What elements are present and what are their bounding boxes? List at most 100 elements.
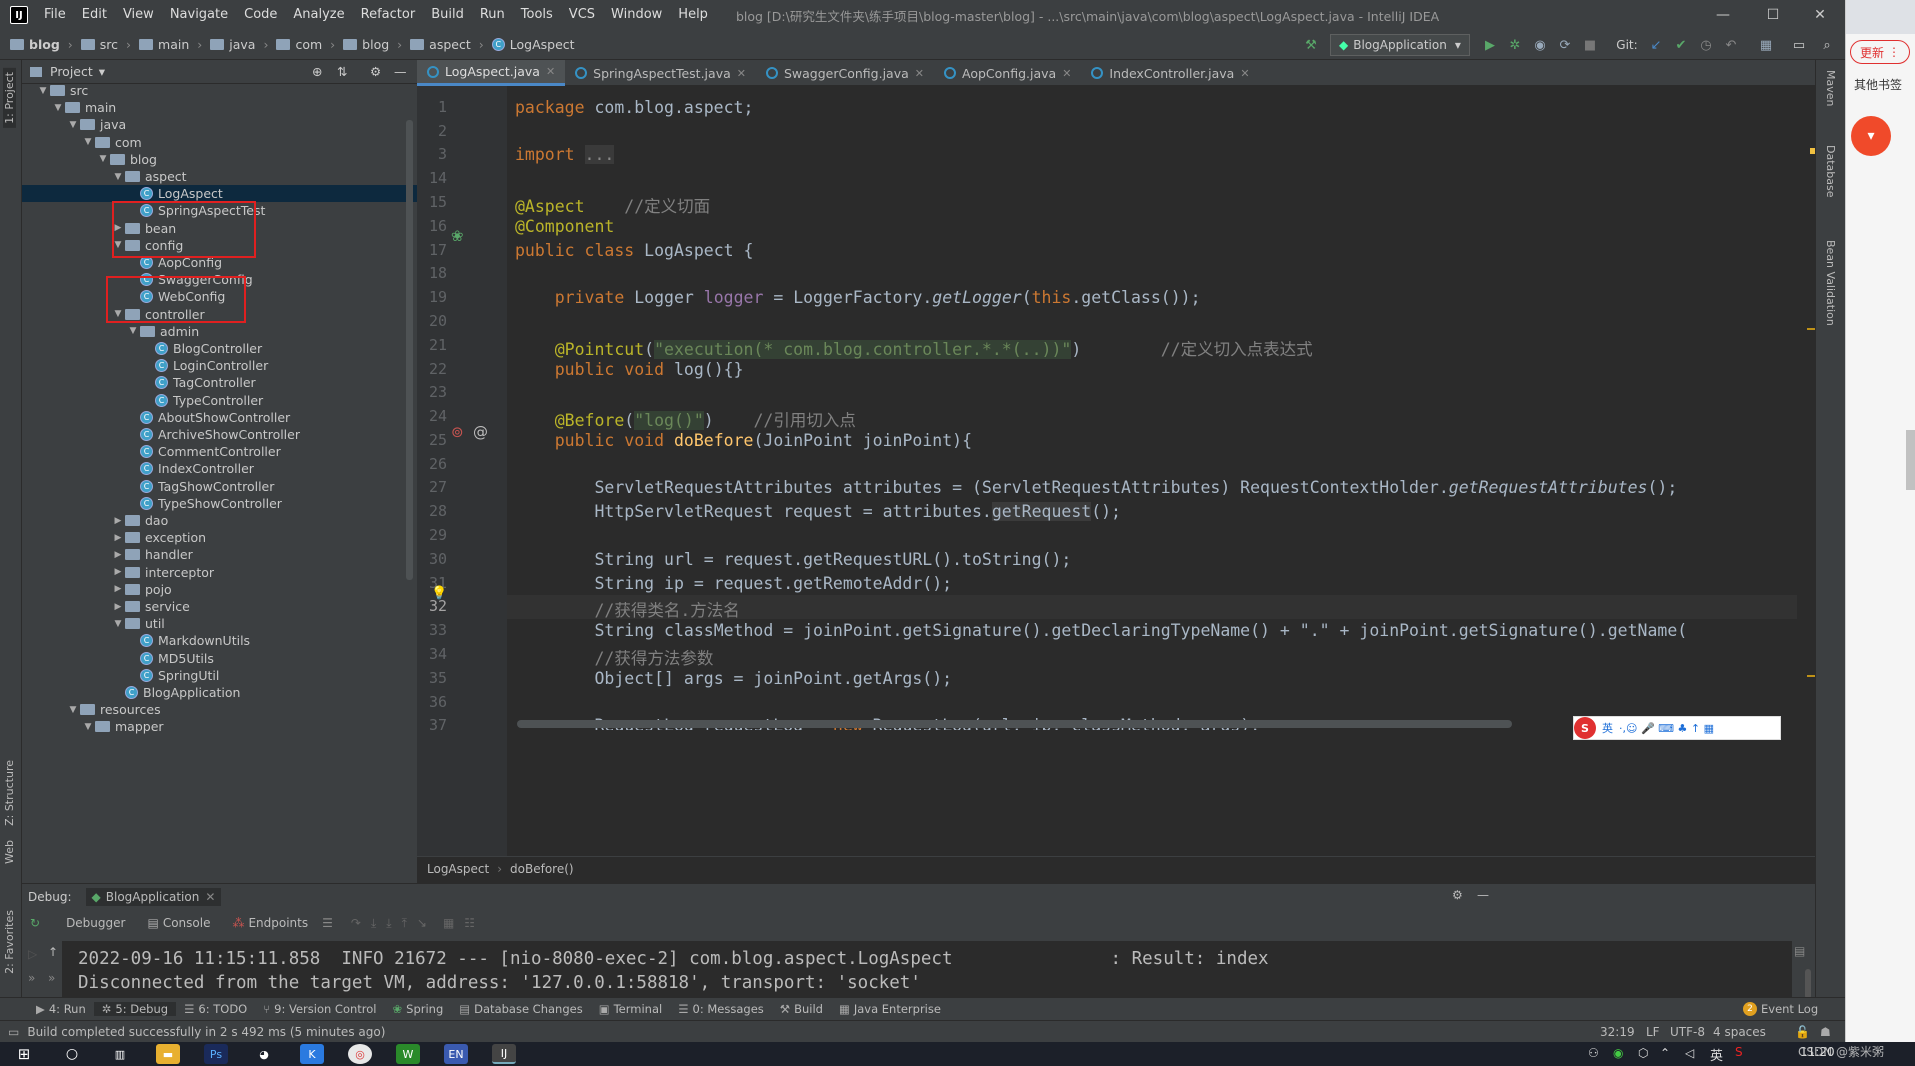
tree-item-logincontroller[interactable]: C LoginController	[22, 357, 417, 374]
tree-item-logaspect[interactable]: C LogAspect	[22, 185, 417, 203]
tree-item-md5utils[interactable]: C MD5Utils	[22, 650, 417, 667]
crumb-logaspect[interactable]: C LogAspect	[488, 37, 579, 52]
collapsed-arrow-icon[interactable]: ▶	[111, 533, 125, 543]
evaluate-icon[interactable]: ▦	[443, 916, 454, 930]
ime-tools-icon[interactable]: ·,☺ 🎤 ⌨ ♣ ↑ ▦	[1619, 722, 1714, 735]
menu-refactor[interactable]: Refactor	[353, 0, 424, 30]
tab-terminal[interactable]: ▣ Terminal	[591, 1002, 670, 1016]
hide-panel-icon[interactable]: —	[394, 64, 407, 79]
web-tool-tab[interactable]: Web	[3, 840, 16, 864]
breadcrumb-class[interactable]: LogAspect	[427, 862, 489, 876]
speaker-icon[interactable]: ◁	[1685, 1046, 1694, 1060]
crumb-blog-package[interactable]: blog ›	[339, 37, 406, 52]
tab-build[interactable]: ⚒ Build	[772, 1002, 831, 1016]
tree-item-archiveshowcontroller[interactable]: C ArchiveShowController	[22, 426, 417, 443]
scroll-up-icon[interactable]: ↑	[48, 945, 58, 959]
tree-item-exception[interactable]: ▶ exception	[22, 529, 417, 546]
menu-file[interactable]: File	[36, 0, 74, 30]
error-stripe-mark[interactable]	[1807, 328, 1815, 330]
collapsed-arrow-icon[interactable]: ▶	[111, 584, 125, 594]
minimize-button[interactable]: —	[1700, 0, 1746, 30]
network-icon[interactable]: ⚇	[1588, 1046, 1599, 1060]
tree-item-handler[interactable]: ▶ handler	[22, 546, 417, 563]
close-icon[interactable]: ✕	[915, 67, 924, 80]
run-config-select[interactable]: ◆ BlogApplication ▾	[1330, 34, 1470, 56]
close-icon[interactable]: ✕	[205, 890, 215, 904]
resume-icon[interactable]: ▷	[28, 947, 37, 961]
tab-todo[interactable]: ☰ 6: TODO	[176, 1002, 255, 1016]
tab-swaggerconfig[interactable]: SwaggerConfig.java ✕	[756, 60, 934, 86]
line-separator[interactable]: LF	[1646, 1025, 1660, 1039]
file-encoding[interactable]: UTF-8	[1670, 1025, 1705, 1039]
ime-toolbar[interactable]: S 英 ·,☺ 🎤 ⌨ ♣ ↑ ▦	[1573, 716, 1781, 740]
floating-action-button[interactable]: ▾	[1851, 116, 1891, 156]
step-into-icon[interactable]: ⤓	[371, 916, 376, 931]
tree-item-tagshowcontroller[interactable]: C TagShowController	[22, 478, 417, 495]
chrome-icon[interactable]: ◎	[348, 1044, 372, 1064]
menu-run[interactable]: Run	[472, 0, 513, 30]
indent-setting[interactable]: 4 spaces	[1713, 1025, 1766, 1039]
expanded-arrow-icon[interactable]: ▼	[51, 103, 65, 113]
tab-java-enterprise[interactable]: ▦ Java Enterprise	[831, 1002, 949, 1016]
coverage-icon[interactable]: ◉	[1532, 37, 1548, 53]
expanded-arrow-icon[interactable]: ▼	[36, 86, 50, 96]
tree-item-src[interactable]: ▼ src	[22, 85, 417, 99]
debug-session-tab[interactable]: ◆ BlogApplication ✕	[85, 888, 222, 906]
chevron-down-icon[interactable]: ▾	[99, 64, 105, 79]
tree-item-blogapplication[interactable]: C BlogApplication	[22, 684, 417, 701]
tree-item-java[interactable]: ▼ java	[22, 116, 417, 133]
step-over-icon[interactable]: ↷	[351, 916, 361, 930]
status-message[interactable]: Build completed successfully in 2 s 492 …	[27, 1025, 385, 1039]
menu-navigate[interactable]: Navigate	[162, 0, 236, 30]
lightbulb-icon[interactable]: 💡	[431, 586, 447, 601]
favorites-tool-tab[interactable]: 2: Favorites	[3, 910, 16, 974]
more-icon[interactable]: »	[48, 971, 55, 985]
close-icon[interactable]: ✕	[1240, 67, 1249, 80]
tab-debug[interactable]: ✲ 5: Debug	[93, 1002, 177, 1016]
tree-item-indexcontroller[interactable]: C IndexController	[22, 460, 417, 477]
menu-window[interactable]: Window	[603, 0, 670, 30]
close-icon[interactable]: ✕	[546, 65, 555, 78]
layout-icon[interactable]: ▤	[1794, 944, 1805, 958]
crumb-src[interactable]: src ›	[77, 37, 135, 52]
tab-debugger[interactable]: Debugger	[66, 916, 125, 930]
trace-icon[interactable]: ☷	[464, 916, 475, 930]
tree-item-springutil[interactable]: C SpringUtil	[22, 667, 417, 684]
expanded-arrow-icon[interactable]: ▼	[126, 326, 140, 336]
tree-item-commentcontroller[interactable]: C CommentController	[22, 443, 417, 460]
photoshop-icon[interactable]: Ps	[204, 1044, 228, 1064]
tree-item-typeshowcontroller[interactable]: C TypeShowController	[22, 495, 417, 512]
expanded-arrow-icon[interactable]: ▼	[96, 154, 110, 164]
expanded-arrow-icon[interactable]: ▼	[66, 705, 80, 715]
tray-icon[interactable]: ⌃	[1660, 1046, 1670, 1060]
structure-tool-tab[interactable]: Z: Structure	[3, 760, 16, 826]
maximize-button[interactable]: ☐	[1750, 0, 1796, 30]
menu-edit[interactable]: Edit	[74, 0, 115, 30]
qq-icon[interactable]: ◕	[252, 1044, 276, 1064]
collapsed-arrow-icon[interactable]: ▶	[111, 567, 125, 577]
menu-vcs[interactable]: VCS	[561, 0, 603, 30]
event-log-button[interactable]: 2 Event Log	[1735, 1002, 1826, 1016]
wechat-icon[interactable]: ◉	[1613, 1046, 1623, 1060]
error-stripe-mark[interactable]	[1807, 675, 1815, 677]
menu-build[interactable]: Build	[423, 0, 472, 30]
tree-item-aspect[interactable]: ▼ aspect	[22, 168, 417, 185]
rerun-icon[interactable]: ↻	[30, 916, 40, 930]
tree-item-typecontroller[interactable]: C TypeController	[22, 392, 417, 409]
git-update-icon[interactable]: ↙	[1648, 37, 1664, 53]
tree-item-com[interactable]: ▼ com	[22, 134, 417, 151]
tree-item-util[interactable]: ▼ util	[22, 615, 417, 632]
menu-help[interactable]: Help	[670, 0, 716, 30]
menu-tools[interactable]: Tools	[513, 0, 561, 30]
drop-frame-icon[interactable]: ↘	[417, 916, 427, 930]
close-icon[interactable]: ✕	[1062, 67, 1071, 80]
project-panel-title[interactable]: Project	[50, 64, 93, 79]
menu-analyze[interactable]: Analyze	[285, 0, 352, 30]
ime-lang-label[interactable]: 英	[1602, 720, 1613, 736]
tree-item-mapper[interactable]: ▼ mapper	[22, 718, 417, 735]
tree-item-tagcontroller[interactable]: C TagController	[22, 374, 417, 391]
breadcrumb-method[interactable]: doBefore()	[510, 862, 574, 876]
history-icon[interactable]: ◷	[1698, 37, 1714, 53]
expanded-arrow-icon[interactable]: ▼	[111, 619, 125, 629]
debug-bug-icon[interactable]: ✲	[1507, 37, 1523, 53]
